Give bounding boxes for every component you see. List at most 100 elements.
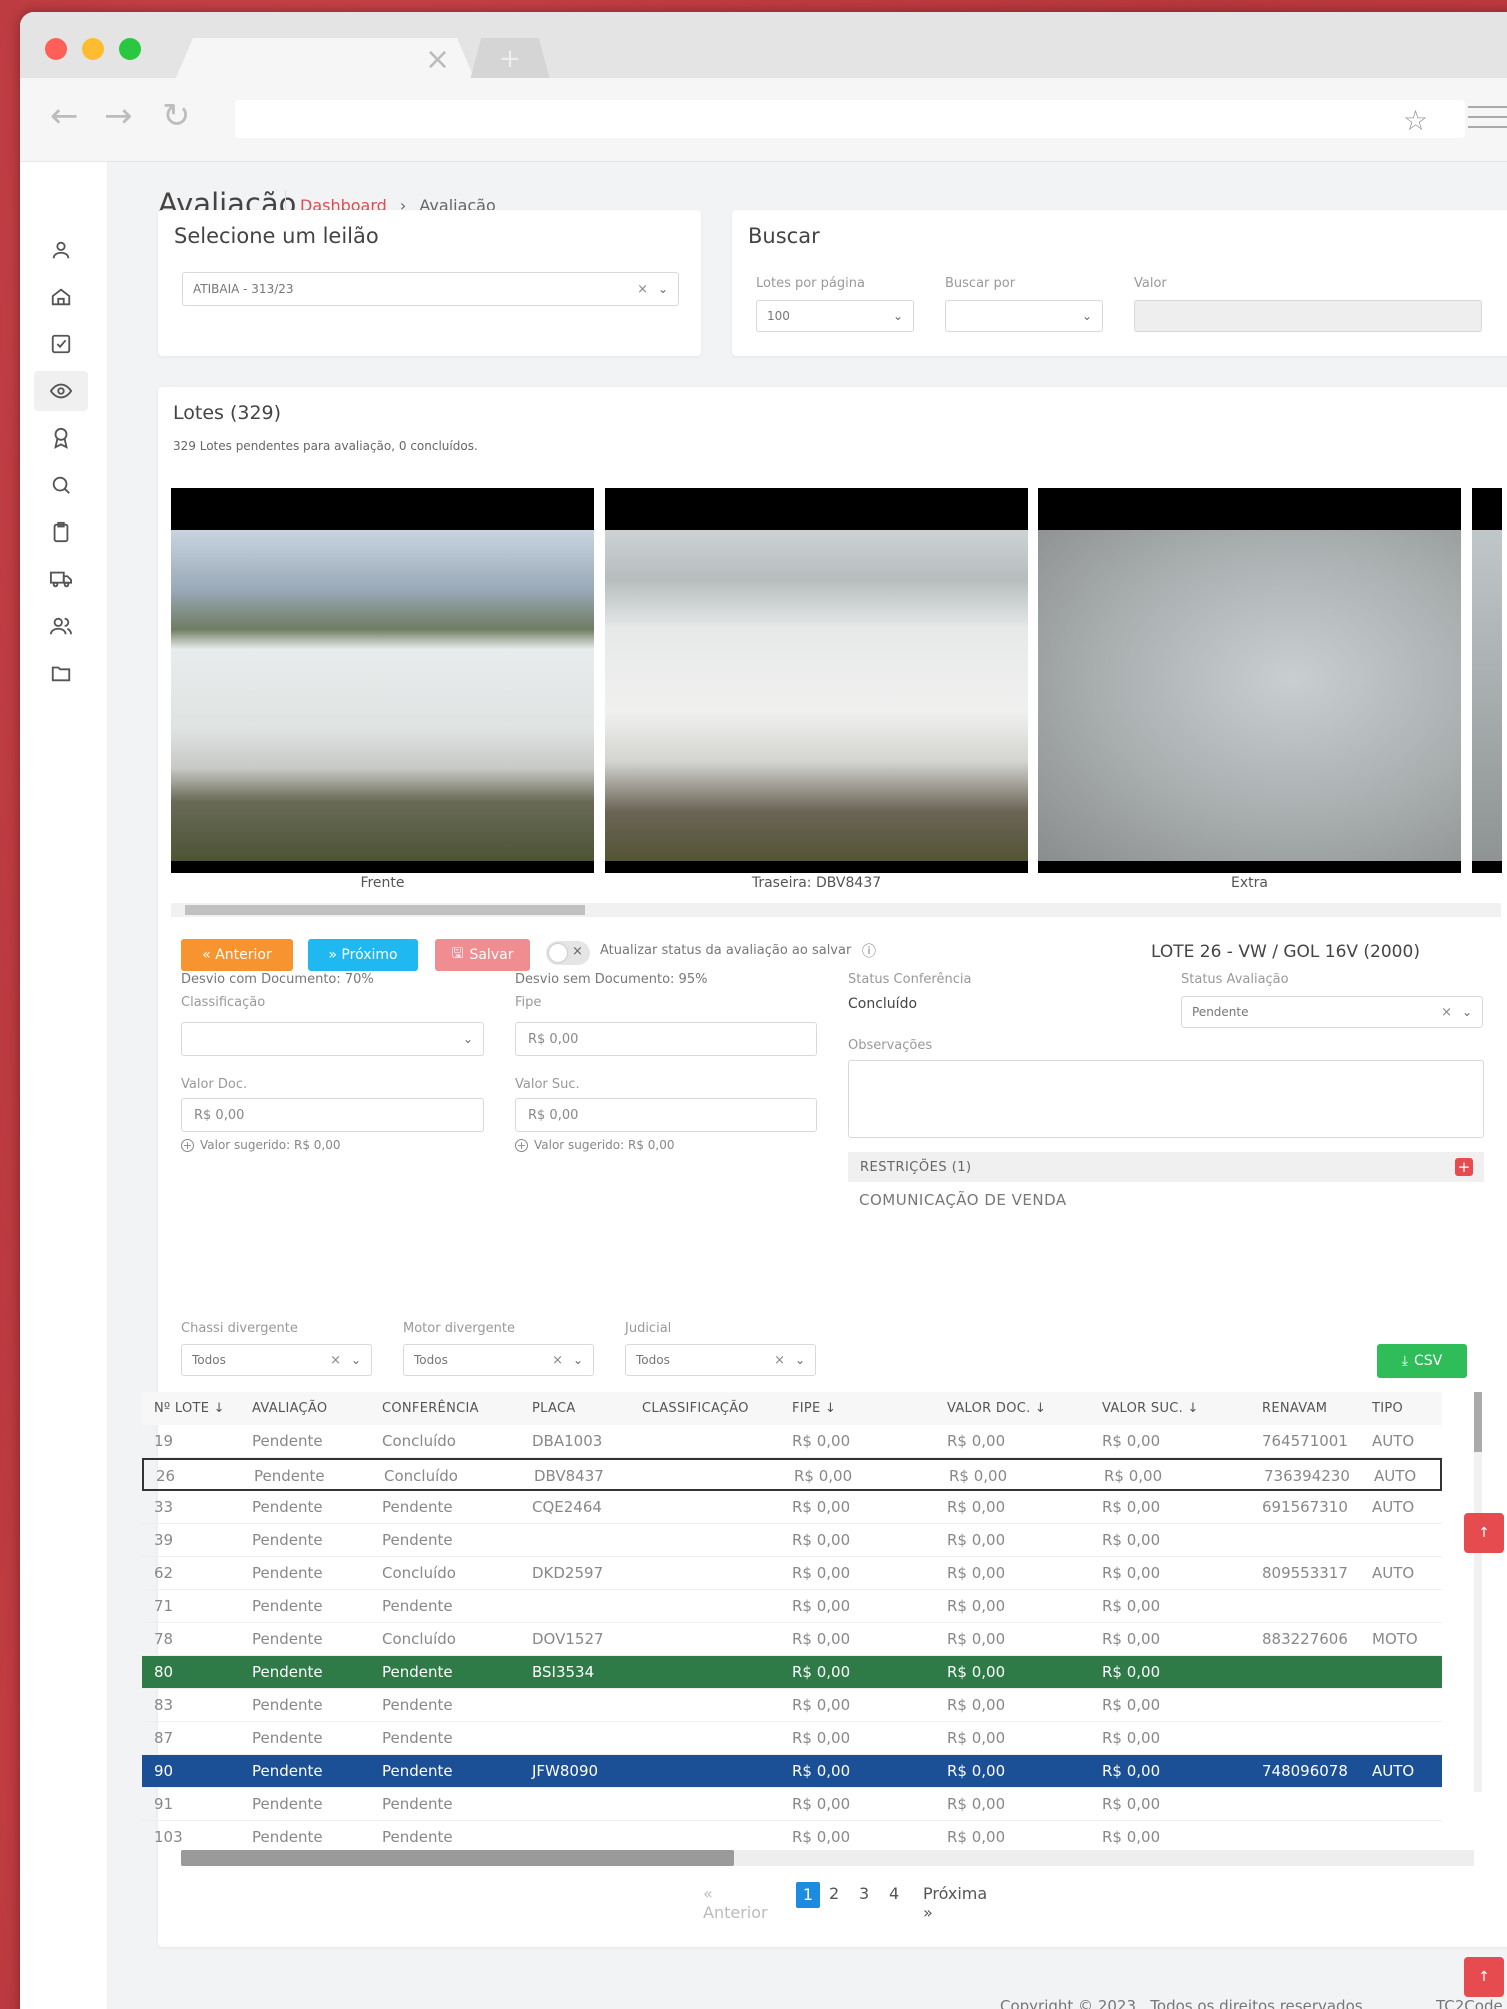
back-to-top-icon[interactable]: ↑ [1464,1957,1504,1997]
status-avaliacao-select[interactable]: Pendente × ⌄ [1181,996,1483,1028]
table-row[interactable]: 78 Pendente Concluído DOV1527 R$ 0,00 R$ 0,00… [142,1623,1442,1656]
table-row[interactable]: 90 Pendente Pendente JFW8090 R$ 0,00 R$ 0,00 R… [142,1755,1442,1788]
pagination-next[interactable]: Próxima » [923,1884,987,1922]
lotes-por-pagina-select[interactable]: 100 ⌄ [756,300,914,332]
browser-menu-icon[interactable] [1468,98,1507,136]
reload-icon[interactable]: ↻ [162,96,191,136]
page-2[interactable]: 2 [829,1884,839,1903]
footer-copyright: Copyright © 2023 , Todos os direitos res… [1000,1997,1368,2009]
column-header-classificacao[interactable]: CLASSIFICAÇÃO [642,1392,749,1425]
leilao-select[interactable]: ATIBAIA - 313/23 × ⌄ [182,272,679,306]
truck-icon[interactable] [34,559,88,599]
column-header-placa[interactable]: PLACA [532,1392,576,1425]
scroll-up-icon[interactable]: ↑ [1464,1513,1504,1553]
valor-doc-input[interactable]: R$ 0,00 [181,1098,484,1132]
minimize-window-dot[interactable] [82,38,104,60]
table-row[interactable]: 26 Pendente Concluído DBV8437 R$ 0,00 R$ 0,00… [142,1458,1442,1491]
photo-extra[interactable] [1038,488,1461,873]
page-1[interactable]: 1 [796,1882,820,1908]
table-row[interactable]: 103 Pendente Pendente R$ 0,00 R$ 0,00 R$ 0,00 [142,1821,1442,1852]
pagination-prev[interactable]: « Anterior [703,1884,768,1922]
sidebar [20,162,108,2009]
clear-icon[interactable]: × [1441,1005,1452,1020]
photo-frente[interactable] [171,488,594,873]
toggle-label: Atualizar status da avaliação ao salvar [600,943,852,958]
table-row[interactable]: 91 Pendente Pendente R$ 0,00 R$ 0,00 R$ 0,00 [142,1788,1442,1821]
award-icon[interactable] [34,418,88,458]
toggle-off-icon: × [572,944,583,959]
table-row[interactable]: 39 Pendente Pendente R$ 0,00 R$ 0,00 R$ 0,00 [142,1524,1442,1557]
info-icon[interactable]: ⓘ [862,941,876,961]
table-row[interactable]: 83 Pendente Pendente R$ 0,00 R$ 0,00 R$ 0,00 [142,1689,1442,1722]
cell-valor-suc: R$ 0,00 [1102,1597,1161,1615]
home-icon[interactable] [34,277,88,317]
valor-sugerido-suc[interactable]: + Valor sugerido: R$ 0,00 [515,1138,675,1152]
address-bar[interactable] [235,100,1465,138]
eye-icon[interactable] [34,371,88,411]
back-arrow-icon[interactable]: ← [50,96,79,136]
tab-close-icon[interactable]: × [425,42,450,77]
column-header-tipo[interactable]: TIPO [1372,1392,1403,1425]
buscar-por-select[interactable]: ⌄ [945,300,1103,332]
table-row[interactable]: 19 Pendente Concluído DBA1003 R$ 0,00 R$ 0,00… [142,1425,1442,1458]
gallery-scrollbar-thumb[interactable] [185,905,585,915]
table-scroll-thumb[interactable] [1474,1392,1482,1452]
clear-icon[interactable]: × [552,1353,563,1368]
column-header-valor-suc[interactable]: VALOR SUC. ↓ [1102,1392,1199,1425]
observacoes-textarea[interactable] [848,1060,1484,1138]
csv-button[interactable]: ⤓ CSV [1377,1344,1467,1378]
motor-divergente-select[interactable]: Todos × ⌄ [403,1344,594,1376]
close-window-dot[interactable] [45,38,67,60]
valor-sugerido-doc[interactable]: + Valor sugerido: R$ 0,00 [181,1138,341,1152]
table-vertical-scrollbar[interactable] [1474,1392,1482,1792]
footer-brand[interactable]: TC2Code [1436,1997,1503,2009]
column-header-conferencia[interactable]: CONFERÊNCIA [382,1392,479,1425]
clear-icon[interactable]: × [774,1353,785,1368]
cell-tipo: AUTO [1372,1432,1415,1450]
search-icon[interactable] [34,465,88,505]
folder-icon[interactable] [34,653,88,693]
clipboard-icon[interactable] [34,512,88,552]
cell-avaliacao: Pendente [252,1564,323,1582]
clear-icon[interactable]: × [637,282,648,297]
add-restricao-icon[interactable]: + [1455,1158,1473,1176]
forward-arrow-icon[interactable]: → [104,96,133,136]
column-header-lote[interactable]: Nº LOTE ↓ [154,1392,225,1425]
column-header-valor-doc[interactable]: VALOR DOC. ↓ [947,1392,1046,1425]
table-row[interactable]: 87 Pendente Pendente R$ 0,00 R$ 0,00 R$ 0,00 [142,1722,1442,1755]
photo-traseira[interactable] [605,488,1028,873]
table-hscroll-thumb[interactable] [181,1850,734,1866]
anterior-button[interactable]: « Anterior [181,939,293,971]
column-header-avaliacao[interactable]: AVALIAÇÃO [252,1392,327,1425]
maximize-window-dot[interactable] [119,38,141,60]
users-icon[interactable] [34,606,88,646]
table-horizontal-scrollbar[interactable] [181,1850,1474,1866]
clear-icon[interactable]: × [330,1353,341,1368]
new-tab-icon[interactable]: + [470,38,550,80]
table-row[interactable]: 62 Pendente Concluído DKD2597 R$ 0,00 R$ 0,00… [142,1557,1442,1590]
judicial-select[interactable]: Todos × ⌄ [625,1344,816,1376]
atualizar-status-toggle[interactable]: × [546,941,590,965]
cell-fipe: R$ 0,00 [792,1663,851,1681]
photo-next-partial[interactable] [1472,488,1502,873]
chassi-divergente-select[interactable]: Todos × ⌄ [181,1344,372,1376]
column-header-fipe[interactable]: FIPE ↓ [792,1392,836,1425]
bookmark-star-icon[interactable]: ☆ [1403,104,1428,137]
valor-suc-input[interactable]: R$ 0,00 [515,1098,817,1132]
page-3[interactable]: 3 [859,1884,869,1903]
valor-input[interactable] [1134,300,1482,332]
classificacao-select[interactable]: ⌄ [181,1022,484,1056]
column-header-renavam[interactable]: RENAVAM [1262,1392,1327,1425]
table-row[interactable]: 33 Pendente Pendente CQE2464 R$ 0,00 R$ 0,00 R… [142,1491,1442,1524]
page-4[interactable]: 4 [889,1884,899,1903]
salvar-button[interactable]: 🖫 Salvar [435,939,530,971]
cell-fipe: R$ 0,00 [792,1498,851,1516]
chevron-down-icon: ⌄ [892,309,903,323]
user-icon[interactable] [34,230,88,270]
checkbox-icon[interactable] [34,324,88,364]
table-row[interactable]: 71 Pendente Pendente R$ 0,00 R$ 0,00 R$ 0,00 [142,1590,1442,1623]
gallery-scrollbar[interactable] [171,903,1501,917]
proximo-button[interactable]: » Próximo [308,939,418,971]
table-row[interactable]: 80 Pendente Pendente BSI3534 R$ 0,00 R$ 0,00 R… [142,1656,1442,1689]
fipe-input[interactable]: R$ 0,00 [515,1022,817,1056]
